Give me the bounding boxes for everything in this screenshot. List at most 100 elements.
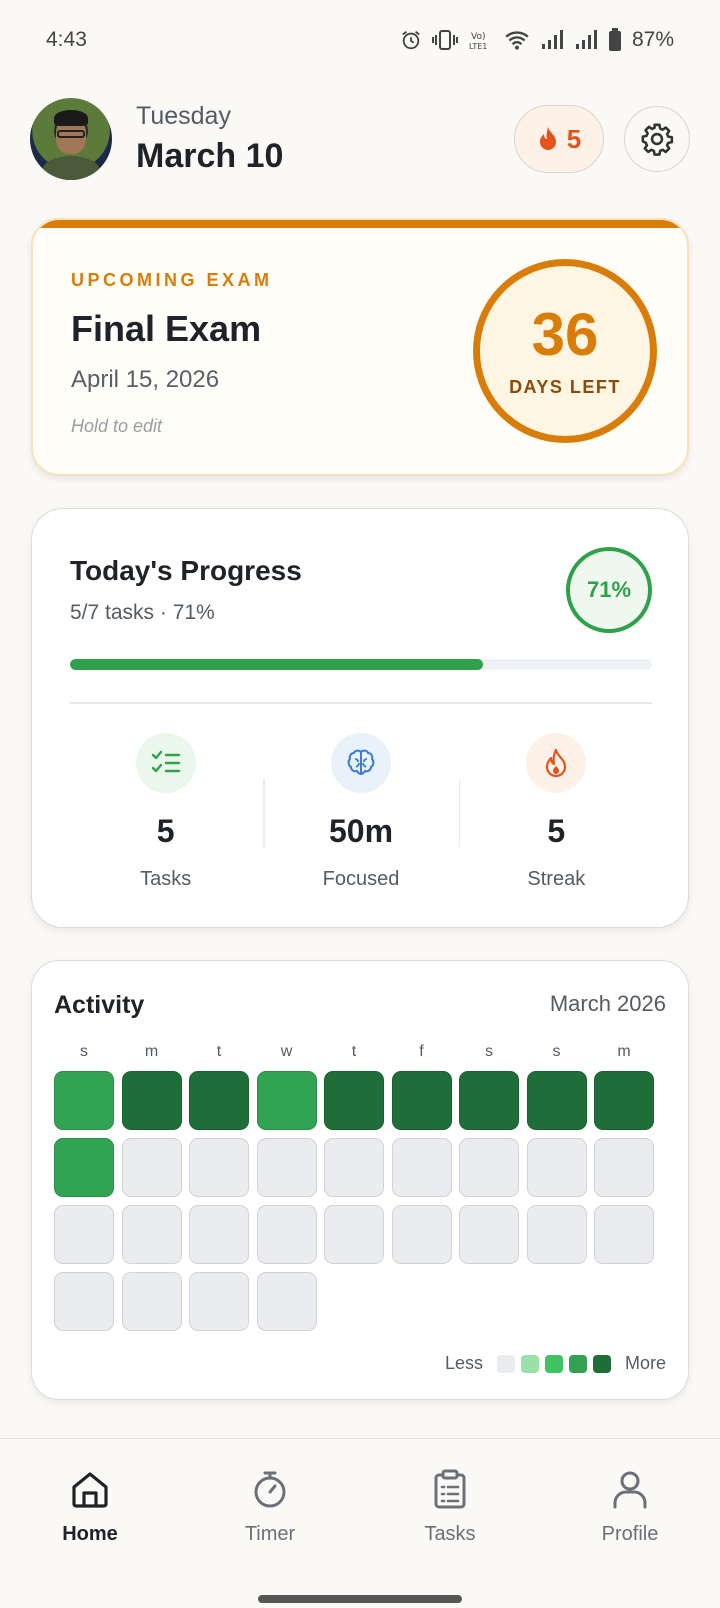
activity-title: Activity [54,991,145,1019]
activity-day-cell[interactable] [189,1272,249,1331]
legend-swatch [496,1354,515,1373]
activity-day-cell[interactable] [324,1205,384,1264]
stat-focused-value: 50m [328,813,394,849]
date-title: March 10 [136,137,284,175]
settings-button[interactable] [624,106,690,172]
flame-icon [539,127,556,150]
days-left-label: DAYS LEFT [509,376,621,397]
legend-swatch [544,1354,563,1373]
activity-day-cell[interactable] [526,1205,587,1264]
nav-timer[interactable]: Timer [180,1469,360,1559]
progress-percent-badge: 71% [566,547,652,633]
bottom-nav: Home Timer Tasks Profile [0,1438,720,1608]
legend-less-label: Less [444,1353,483,1373]
activity-day-cell[interactable] [256,1138,317,1197]
activity-day-cell[interactable] [391,1138,452,1197]
exam-date: April 15, 2026 [71,366,220,393]
weekday-label: t [351,1043,357,1060]
stat-streak-value: 5 [547,813,566,849]
streak-badge[interactable]: 5 [514,105,604,173]
progress-bar-fill [70,659,484,670]
vibrate-icon [431,30,458,50]
activity-day-cell[interactable] [594,1205,654,1264]
days-left-count: 36 [531,300,599,368]
flame-icon [526,733,587,793]
battery-percent: 87% [631,28,674,51]
activity-day-cell[interactable] [256,1205,317,1264]
legend-swatch [568,1354,587,1373]
activity-day-cell[interactable] [121,1138,182,1197]
activity-day-cell[interactable] [189,1138,249,1197]
legend-swatch [520,1354,539,1373]
days-left-badge: 36 DAYS LEFT [473,259,657,443]
activity-card: Activity March 2026 s m t w t f s s m Less More [31,960,689,1400]
exam-card[interactable]: UPCOMING EXAM Final Exam April 15, 2026 … [31,218,689,476]
activity-day-cell[interactable] [54,1205,114,1264]
activity-day-cell[interactable] [459,1205,519,1264]
timer-icon [254,1471,286,1508]
activity-day-cell[interactable] [256,1071,317,1130]
activity-day-cell[interactable] [594,1071,654,1130]
weekday-label: w [280,1043,293,1060]
nav-home-label: Home [62,1523,118,1545]
activity-day-cell[interactable] [256,1272,317,1331]
activity-day-cell[interactable] [54,1071,114,1130]
divider [70,702,652,704]
status-icons: Vo) LTE1 87% [400,28,674,52]
activity-day-cell[interactable] [324,1138,384,1197]
signal-icon [541,30,563,49]
volte-icon: Vo)LTE1 [469,32,487,51]
svg-text:Vo): Vo) [471,32,485,42]
checklist-icon [135,733,196,793]
activity-day-cell[interactable] [54,1138,114,1197]
weekday-label: s [485,1043,493,1060]
weekday-header: smtwtfssm [54,1043,662,1061]
alarm-icon [402,31,420,50]
activity-day-cell[interactable] [121,1071,182,1130]
weekday-label: f [419,1043,424,1060]
activity-legend: Less More [445,1353,666,1374]
activity-day-cell[interactable] [54,1272,114,1331]
activity-day-cell[interactable] [189,1071,249,1130]
stat-streak: 5 Streak [458,733,654,893]
legend-more-label: More [624,1353,666,1373]
activity-day-cell[interactable] [121,1205,182,1264]
weekday-label: s [552,1043,561,1060]
stat-focused: 50m Focused [263,733,458,893]
weekday-label: s [80,1043,88,1060]
nav-timer-label: Timer [244,1523,296,1545]
nav-home[interactable]: Home [0,1469,180,1559]
stats-row: 5 Tasks 50m Focused 5 Streak [68,733,654,893]
stat-tasks-label: Tasks [140,868,192,890]
activity-day-cell[interactable] [121,1272,182,1331]
activity-day-cell[interactable] [526,1138,587,1197]
activity-day-cell[interactable] [526,1071,587,1130]
activity-day-cell[interactable] [324,1071,384,1130]
home-icon [72,1472,108,1508]
wifi-icon [505,31,529,50]
exam-title: Final Exam [71,308,262,349]
brain-icon [330,733,391,793]
stat-tasks-value: 5 [156,813,175,849]
avatar[interactable] [30,98,112,180]
activity-day-cell[interactable] [391,1205,452,1264]
signal-icon [575,30,597,49]
stat-focused-label: Focused [322,868,400,890]
clipboard-icon [434,1469,466,1509]
header: Tuesday March 10 5 [30,98,690,180]
activity-day-cell[interactable] [459,1138,519,1197]
weekday-label: m [144,1043,159,1060]
activity-day-cell[interactable] [189,1205,249,1264]
activity-day-cell[interactable] [594,1138,654,1197]
activity-day-cell[interactable] [391,1071,452,1130]
nav-profile[interactable]: Profile [540,1469,720,1559]
nav-tasks[interactable]: Tasks [360,1469,540,1559]
progress-subtitle: 5/7 tasks · 71% [70,601,215,624]
activity-day-cell[interactable] [459,1071,519,1130]
gear-icon [641,123,674,156]
exam-label: UPCOMING EXAM [71,270,273,290]
date-block: Tuesday March 10 [136,102,514,176]
svg-text:LTE1: LTE1 [469,42,487,51]
person-icon [613,1471,647,1509]
progress-percent-label: 71% [586,577,632,602]
